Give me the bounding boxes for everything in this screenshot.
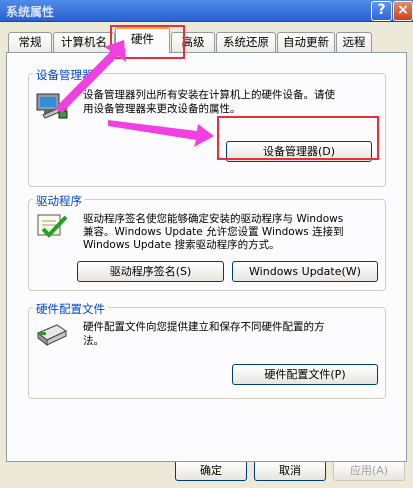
drivers-desc-line-1: 驱动程序签名使您能够确定安装的驱动程序与 Windows — [83, 213, 344, 225]
hardware-profiles-button[interactable]: 硬件配置文件(P) — [232, 364, 378, 385]
device-manager-heading: 设备管理器 — [33, 67, 97, 83]
dialog-body: 常规 计算机名 硬件 高级 系统还原 自动更新 远程 设备管理器 设备管理器列出… — [0, 22, 413, 488]
help-button[interactable]: ? — [371, 1, 392, 21]
drivers-desc-line-3: Windows Update 搜索驱动程序的方式。 — [83, 239, 280, 251]
hardware-profiles-heading: 硬件配置文件 — [33, 301, 108, 317]
hardware-tab-panel: 设备管理器 设备管理器列出所有安装在计算机上的硬件设备。请使 用设备管理器来更改… — [6, 52, 407, 462]
tab-system-restore[interactable]: 系统还原 — [216, 32, 276, 52]
cancel-button[interactable]: 取消 — [254, 460, 326, 481]
highlight-device-manager-button — [217, 116, 379, 160]
driver-signing-button[interactable]: 驱动程序签名(S) — [77, 261, 224, 282]
hardware-profiles-icon — [37, 324, 68, 347]
tab-computer-name[interactable]: 计算机名 — [53, 32, 115, 52]
device-manager-icon — [36, 93, 68, 119]
ok-button[interactable]: 确定 — [175, 460, 247, 481]
tab-general[interactable]: 常规 — [8, 32, 52, 52]
windows-update-button[interactable]: Windows Update(W) — [232, 261, 378, 282]
driver-signing-icon — [37, 214, 68, 238]
highlight-hardware-tab — [110, 25, 185, 59]
device-manager-desc-line-2: 用设备管理器来更改设备的属性。 — [83, 103, 241, 115]
drivers-desc-line-2: 兼容。Windows Update 允许您设置 Windows 连接到 — [83, 226, 344, 238]
apply-button[interactable]: 应用(A) — [333, 460, 405, 481]
drivers-heading: 驱动程序 — [33, 193, 85, 209]
hardware-profiles-desc-line-2: 法。 — [83, 335, 104, 347]
hardware-profiles-desc-line-1: 硬件配置文件向您提供建立和保存不同硬件配置的方 — [83, 321, 325, 333]
title-bar: 系统属性 ? × — [0, 0, 413, 22]
tab-remote[interactable]: 远程 — [336, 32, 372, 52]
close-button[interactable]: × — [393, 1, 413, 21]
window-title: 系统属性 — [6, 5, 55, 19]
tab-automatic-updates[interactable]: 自动更新 — [277, 32, 335, 52]
device-manager-desc-line-1: 设备管理器列出所有安装在计算机上的硬件设备。请使 — [83, 89, 335, 101]
